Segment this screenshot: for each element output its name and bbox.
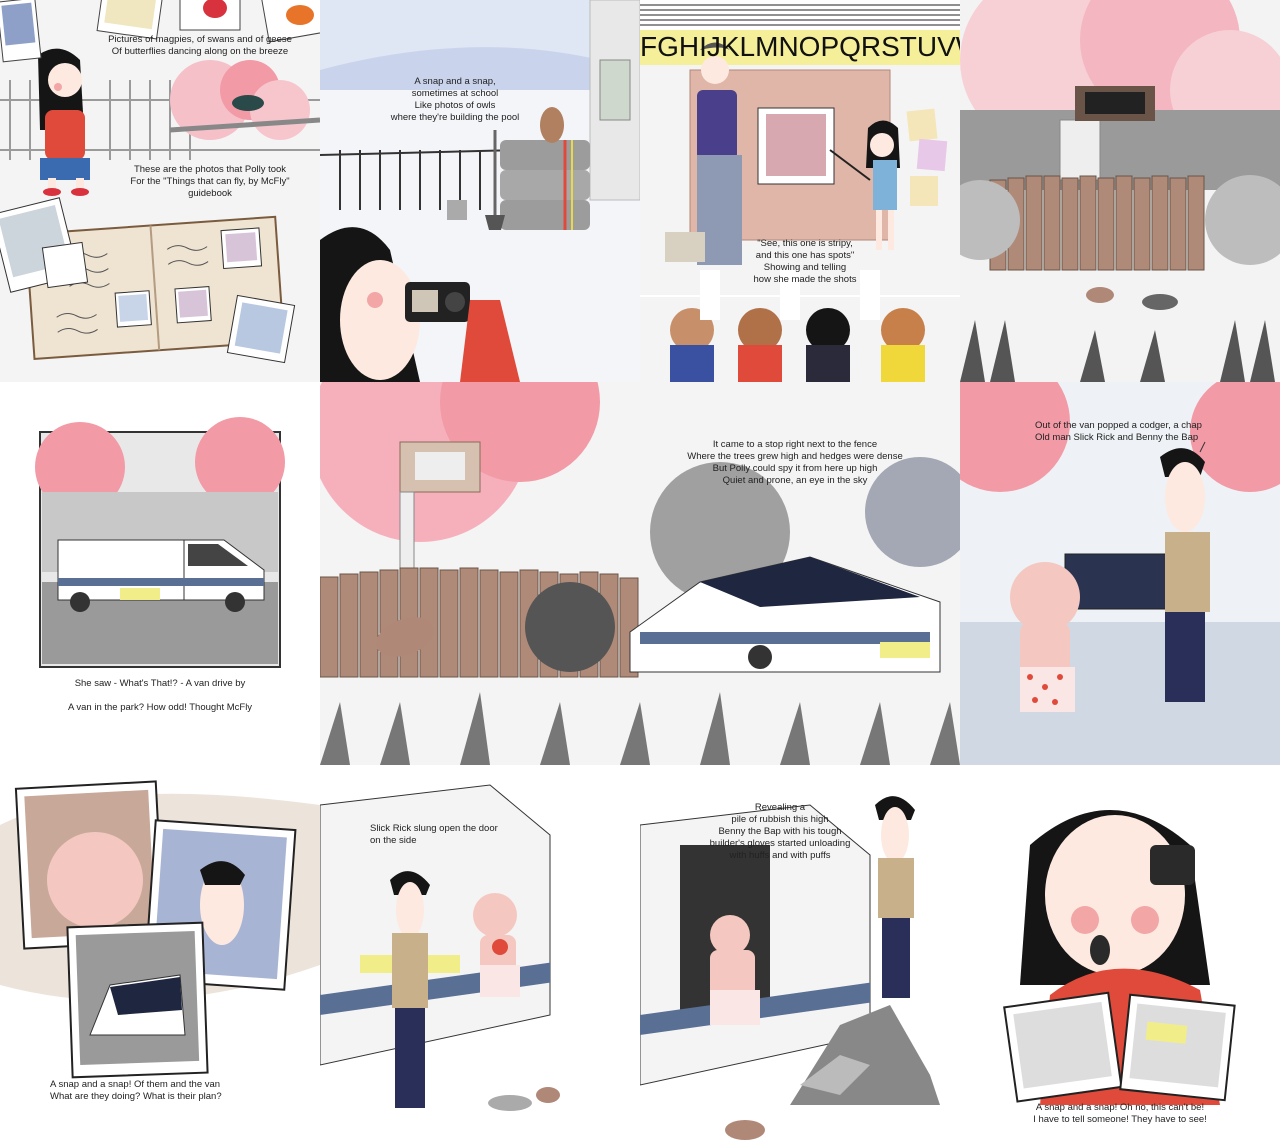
panel-7-codger-and-chap: Out of the van popped a codger, a chap O… bbox=[960, 382, 1280, 765]
panel-4-treehouse bbox=[960, 0, 1280, 382]
panel-10-pile-of-rubbish: Revealing a pile of rubbish this high Be… bbox=[640, 765, 960, 1147]
panel-9-slick-rick-opens-door: Slick Rick slung open the door on the si… bbox=[320, 765, 640, 1147]
panel-1-caption-bottom: These are the photos that Polly took For… bbox=[130, 164, 290, 199]
panel-10-caption: Revealing a pile of rubbish this high Be… bbox=[709, 802, 851, 861]
panel-8-snaps-of-them: A snap and a snap! Of them and the van W… bbox=[0, 765, 320, 1147]
panel-11-caption: A snap and a snap! Oh no, this can't be!… bbox=[1033, 1102, 1207, 1125]
panel-9-caption: Slick Rick slung open the door on the si… bbox=[370, 823, 498, 846]
panel-5-van-drives-by: She saw - What's That!? - A van drive by… bbox=[0, 382, 320, 765]
panel-6-van-stops-by-fence: It came to a stop right next to the fenc… bbox=[320, 382, 960, 765]
panel-2-illustration bbox=[320, 0, 640, 382]
panel-3-caption: "See, this one is stripy, and this one h… bbox=[753, 238, 857, 285]
panel-11-illustration bbox=[1003, 810, 1236, 1105]
panel-2-caption: A snap and a snap, sometimes at school L… bbox=[390, 76, 520, 123]
panel-5-caption: She saw - What's That!? - A van drive by… bbox=[67, 678, 253, 713]
panel-3-show-and-tell: FGHIJKLMNOPQRSTUVW "See, this one is str… bbox=[640, 0, 960, 382]
panel-8-caption: A snap and a snap! Of them and the van W… bbox=[50, 1079, 222, 1102]
panel-11-polly-with-camera: A snap and a snap! Oh no, this can't be!… bbox=[960, 765, 1280, 1147]
panel-6-caption: It came to a stop right next to the fenc… bbox=[687, 439, 903, 486]
panel-4-illustration bbox=[960, 0, 1280, 382]
panel-1-caption-top: Pictures of magpies, of swans and of gee… bbox=[108, 34, 292, 57]
panel-7-caption: Out of the van popped a codger, a chap O… bbox=[1035, 420, 1202, 443]
panel-2-snap-at-school: A snap and a snap, sometimes at school L… bbox=[320, 0, 640, 382]
alphabet-banner: FGHIJKLMNOPQRSTUVW bbox=[640, 31, 960, 62]
panel-1-photos-polly-took: Pictures of magpies, of swans and of gee… bbox=[0, 0, 320, 382]
